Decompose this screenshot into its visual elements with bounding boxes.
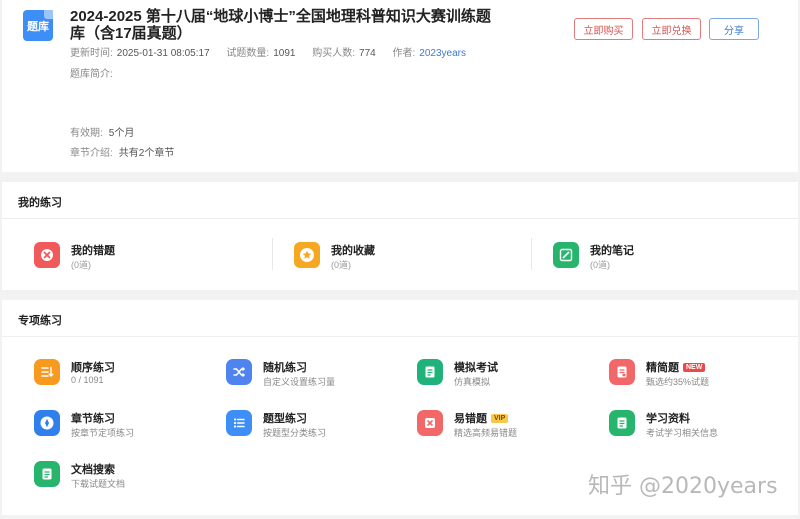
compass-icon [34,410,60,436]
file-text-icon [609,410,635,436]
share-button[interactable]: 分享 [709,18,759,40]
condensed-questions-label: 精简题 [646,362,679,374]
error-prone-questions-desc: 精选高频易错题 [454,428,518,438]
condensed-questions[interactable]: 精简题 NEW 甄选约35%试题 [609,357,789,389]
question-type-practice-label: 题型练习 [263,413,307,425]
exam-paper-icon [417,359,443,385]
condensed-questions-desc: 甄选约35%试题 [646,377,710,387]
condensed-questions-title: 精简题 NEW [646,359,706,375]
new-badge: NEW [683,363,706,372]
pencil-icon [553,242,579,268]
mock-exam-desc: 仿真模拟 [454,377,491,387]
document-search-label: 文档搜索 [71,464,115,476]
list-icon [226,410,252,436]
my-favorites[interactable]: 我的收藏 (0道) [294,240,494,270]
section-title-my-practice: 我的练习 [18,197,62,209]
random-practice[interactable]: 随机练习 自定义设置练习量 [226,357,406,389]
sequential-practice-progress: 0 / 1091 [71,375,104,385]
my-favorites-label: 我的收藏 [331,245,375,257]
redeem-now-button[interactable]: 立即兑换 [642,18,701,40]
question-bank-icon: 题库 [23,10,53,41]
my-favorites-count: (0道) [331,260,351,270]
close-circle-icon [34,242,60,268]
file-search-icon [34,461,60,487]
error-prone-questions-title: 易错题 VIP [454,410,509,426]
close-square-icon [417,410,443,436]
shuffle-icon [226,359,252,385]
random-practice-label: 随机练习 [263,362,307,374]
random-practice-desc: 自定义设置练习量 [263,377,336,387]
question-bank-icon-label: 题库 [27,20,49,33]
error-prone-questions[interactable]: 易错题 VIP 精选高频易错题 [417,408,597,440]
chapter-practice-label: 章节练习 [71,413,115,425]
section-divider [2,218,798,219]
question-count-label: 试题数量: [226,48,270,59]
error-prone-questions-label: 易错题 [454,413,487,425]
chapters: 章节介绍: 共有2个章节 [70,144,174,159]
column-divider [272,238,273,270]
author-link[interactable]: 2023years [419,48,466,59]
document-search[interactable]: 文档搜索 下载试题文档 [34,459,214,491]
question-bank-header: 题库 2024-2025 第十八届“地球小博士”全国地理科普知识大赛训练题库（含… [2,0,798,172]
sort-list-icon [34,359,60,385]
document-icon [609,359,635,385]
my-practice-section: 我的练习 我的错题 (0道) 我的收藏 (0道) 我的笔记 (0道) [2,182,798,290]
sequential-practice-label: 顺序练习 [71,362,115,374]
chapter-practice-desc: 按章节定项练习 [71,428,135,438]
buyers-value: 774 [359,48,376,59]
question-type-practice[interactable]: 题型练习 按题型分类练习 [226,408,406,440]
mock-exam-label: 模拟考试 [454,362,498,374]
validity-label: 有效期: [70,128,103,139]
mock-exam[interactable]: 模拟考试 仿真模拟 [417,357,597,389]
sequential-practice[interactable]: 顺序练习 0 / 1091 [34,357,214,389]
intro-label: 题库简介: [70,69,113,80]
meta-row: 更新时间: 2025-01-31 08:05:17 试题数量: 1091 购买人数:… [70,44,466,59]
my-notes-label: 我的笔记 [590,245,634,257]
page-title: 2024-2025 第十八届“地球小博士”全国地理科普知识大赛训练题库（含17届… [70,8,491,42]
chapters-value: 共有2个章节 [118,148,175,159]
study-materials-desc: 考试学习相关信息 [646,428,719,438]
my-wrong-questions-count: (0道) [71,260,91,270]
my-notes[interactable]: 我的笔记 (0道) [553,240,753,270]
column-divider [531,238,532,270]
watermark: 知乎 @2020years [588,474,778,499]
buyers-label: 购买人数: [312,48,356,59]
question-type-practice-desc: 按题型分类练习 [263,428,327,438]
updated-label: 更新时间: [70,48,113,59]
chapters-label: 章节介绍: [70,148,113,159]
question-count-value: 1091 [273,48,296,59]
chapter-practice[interactable]: 章节练习 按章节定项练习 [34,408,214,440]
study-materials-label: 学习资料 [646,413,690,425]
section-divider [2,336,798,337]
buy-now-button[interactable]: 立即购买 [574,18,633,40]
section-title-special-practice: 专项练习 [18,315,62,327]
validity: 有效期: 5个月 [70,124,134,139]
vip-badge: VIP [491,414,509,423]
validity-value: 5个月 [108,128,135,139]
star-icon [294,242,320,268]
my-wrong-questions[interactable]: 我的错题 (0道) [34,240,234,270]
author-label: 作者: [392,48,416,59]
document-search-desc: 下载试题文档 [71,479,126,489]
my-wrong-questions-label: 我的错题 [71,245,115,257]
updated-value: 2025-01-31 08:05:17 [116,48,210,59]
study-materials[interactable]: 学习资料 考试学习相关信息 [609,408,789,440]
my-notes-count: (0道) [590,260,610,270]
